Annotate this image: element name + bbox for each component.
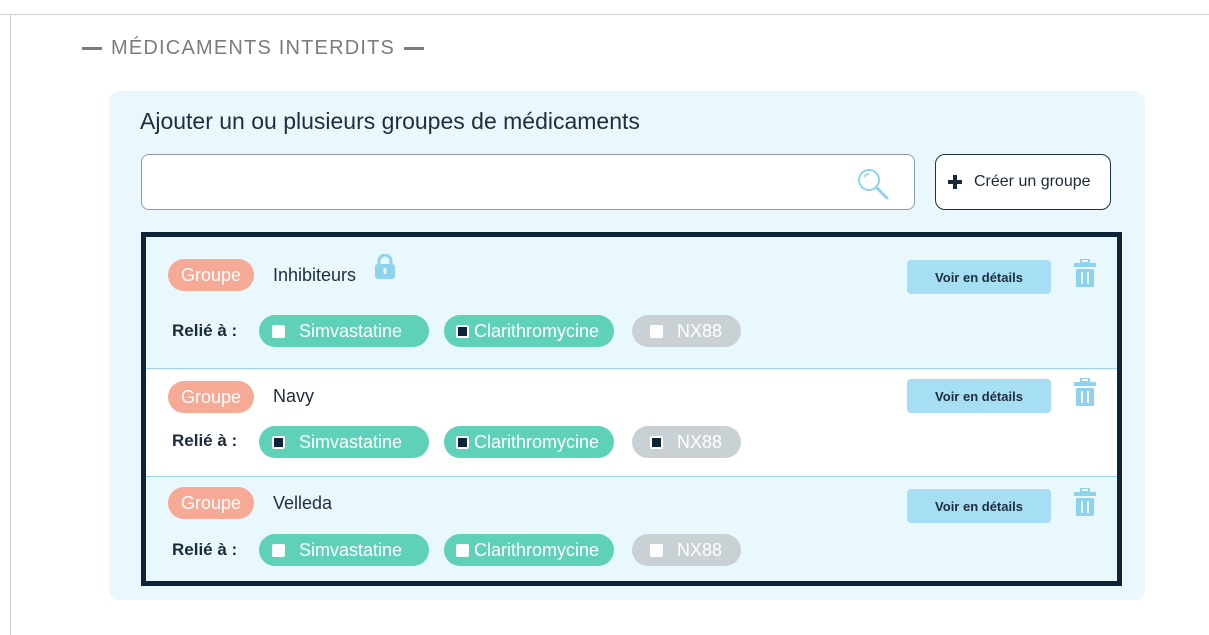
drug-chip-clarithromycine[interactable]: Clarithromycine [444,534,614,566]
drug-chip-simvastatine[interactable]: Simvastatine [259,426,429,458]
lock-icon [375,254,395,279]
view-details-button[interactable]: Voir en détails [907,260,1051,294]
search-box[interactable] [141,154,915,210]
section-title-text: MÉDICAMENTS INTERDITS [111,36,396,59]
search-input[interactable] [156,167,836,197]
drug-chip-label: Simvastatine [299,431,403,452]
group-badge: Groupe [168,381,254,413]
group-badge: Groupe [168,259,254,291]
group-name: Navy [273,386,315,406]
checkbox-icon[interactable] [272,324,285,338]
drug-chip-nx88[interactable]: NX88 [632,315,741,347]
drug-chip-nx88[interactable]: NX88 [632,426,741,458]
drug-chip-label: NX88 [677,539,723,560]
checkbox-icon[interactable] [456,324,469,338]
group-badge: Groupe [168,487,254,519]
title-dash-left [82,46,102,50]
checkbox-icon[interactable] [272,435,285,449]
drug-chip-label: Clarithromycine [474,320,600,341]
trash-icon[interactable] [1074,488,1096,516]
checkbox-icon[interactable] [650,324,663,338]
group-row-velleda: Groupe Velleda Voir en détails Relié à :… [146,477,1117,581]
drug-chip-label: Simvastatine [299,320,403,341]
top-divider [0,14,1209,15]
search-icon[interactable] [856,167,890,201]
group-name: Velleda [273,493,333,513]
checkbox-icon[interactable] [650,435,663,449]
view-details-button[interactable]: Voir en détails [907,379,1051,413]
group-row-inhibiteurs: Groupe Inhibiteurs Voir en détails Relié… [146,237,1117,369]
drug-chip-simvastatine[interactable]: Simvastatine [259,315,429,347]
drug-groups-panel: Ajouter un ou plusieurs groupes de médic… [109,91,1145,600]
drug-chip-label: NX88 [677,320,723,341]
linked-label: Relié à : [172,540,238,559]
panel-heading: Ajouter un ou plusieurs groupes de médic… [140,108,640,134]
drug-chip-label: NX88 [677,431,723,452]
group-list: Groupe Inhibiteurs Voir en détails Relié… [141,232,1122,586]
drug-chip-simvastatine[interactable]: Simvastatine [259,534,429,566]
drug-chip-clarithromycine[interactable]: Clarithromycine [444,315,614,347]
checkbox-icon[interactable] [650,543,663,557]
title-dash-right [404,46,425,50]
checkbox-icon[interactable] [456,543,469,557]
section-title: MÉDICAMENTS INTERDITS [82,36,425,59]
checkbox-icon[interactable] [456,435,469,449]
drug-chip-nx88[interactable]: NX88 [632,534,741,566]
trash-icon[interactable] [1074,259,1096,287]
checkbox-icon[interactable] [272,543,285,557]
plus-icon [946,173,964,191]
create-group-button[interactable]: Créer un groupe [935,154,1111,210]
drug-chip-label: Simvastatine [299,539,403,560]
left-divider [10,14,11,635]
drug-chip-label: Clarithromycine [474,431,600,452]
view-details-button[interactable]: Voir en détails [907,489,1051,523]
linked-label: Relié à : [172,321,238,340]
forbidden-drugs-page: MÉDICAMENTS INTERDITS Ajouter un ou plus… [0,0,1209,635]
create-group-label: Créer un groupe [974,173,1091,190]
drug-chip-label: Clarithromycine [474,539,600,560]
group-name: Inhibiteurs [273,265,357,285]
trash-icon[interactable] [1074,378,1096,406]
group-row-navy: Groupe Navy Voir en détails Relié à : Si… [146,369,1117,477]
linked-label: Relié à : [172,431,238,450]
drug-chip-clarithromycine[interactable]: Clarithromycine [444,426,614,458]
